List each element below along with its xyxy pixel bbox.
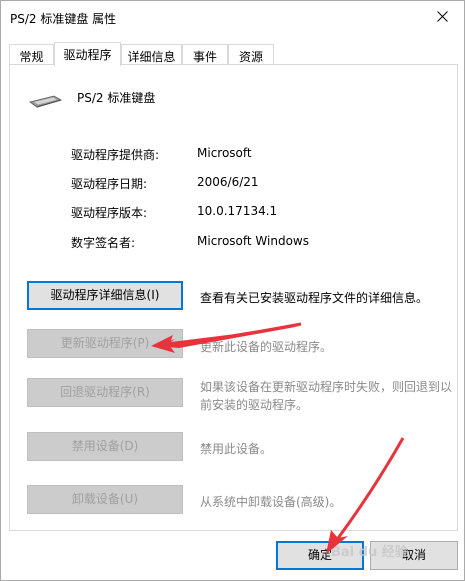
version-label: 驱动程序版本:: [71, 206, 148, 220]
keyboard-icon: [29, 95, 62, 108]
driver-panel: PS/2 标准键盘 驱动程序提供商: Microsoft 驱动程序日期: 200…: [9, 64, 458, 531]
tab-resources[interactable]: 资源: [228, 44, 274, 65]
signer-label: 数字签名者:: [71, 236, 136, 250]
close-icon: [437, 11, 448, 22]
date-value: 2006/6/21: [197, 175, 259, 189]
date-label: 驱动程序日期:: [71, 177, 148, 191]
uninstall-device-desc: 从系统中卸载设备(高级)。: [200, 495, 342, 509]
tab-general[interactable]: 常规: [9, 44, 54, 65]
tab-events[interactable]: 事件: [182, 44, 228, 65]
update-driver-desc: 更新此设备的驱动程序。: [200, 340, 333, 354]
properties-dialog: PS/2 标准键盘 属性 常规 驱动程序 详细信息 事件 资源 PS/2 标准键…: [0, 0, 465, 581]
rollback-driver-button[interactable]: 回退驱动程序(R): [27, 378, 183, 407]
version-value: 10.0.17134.1: [197, 204, 278, 218]
driver-details-desc: 查看有关已安装驱动程序文件的详细信息。: [200, 291, 429, 305]
driver-details-button[interactable]: 驱动程序详细信息(I): [27, 281, 183, 310]
uninstall-device-button[interactable]: 卸载设备(U): [27, 485, 183, 514]
window-title: PS/2 标准键盘 属性: [10, 12, 117, 26]
disable-device-desc: 禁用此设备。: [200, 442, 273, 456]
title-bar[interactable]: PS/2 标准键盘 属性: [1, 1, 464, 33]
update-driver-button[interactable]: 更新驱动程序(P): [27, 329, 183, 358]
device-name: PS/2 标准键盘: [77, 91, 156, 105]
close-button[interactable]: [421, 1, 464, 31]
tab-strip: 常规 驱动程序 详细信息 事件 资源: [9, 42, 458, 66]
provider-label: 驱动程序提供商:: [71, 148, 160, 162]
disable-device-button[interactable]: 禁用设备(D): [27, 432, 183, 461]
tab-details[interactable]: 详细信息: [121, 44, 182, 65]
provider-value: Microsoft: [197, 146, 252, 160]
watermark-logo: Bai du 经验: [331, 545, 408, 560]
signer-value: Microsoft Windows: [197, 234, 309, 248]
tab-driver[interactable]: 驱动程序: [54, 42, 121, 66]
rollback-driver-desc: 如果该设备在更新驱动程序时失败，则回退到以前安装的驱动程序。: [200, 380, 453, 412]
